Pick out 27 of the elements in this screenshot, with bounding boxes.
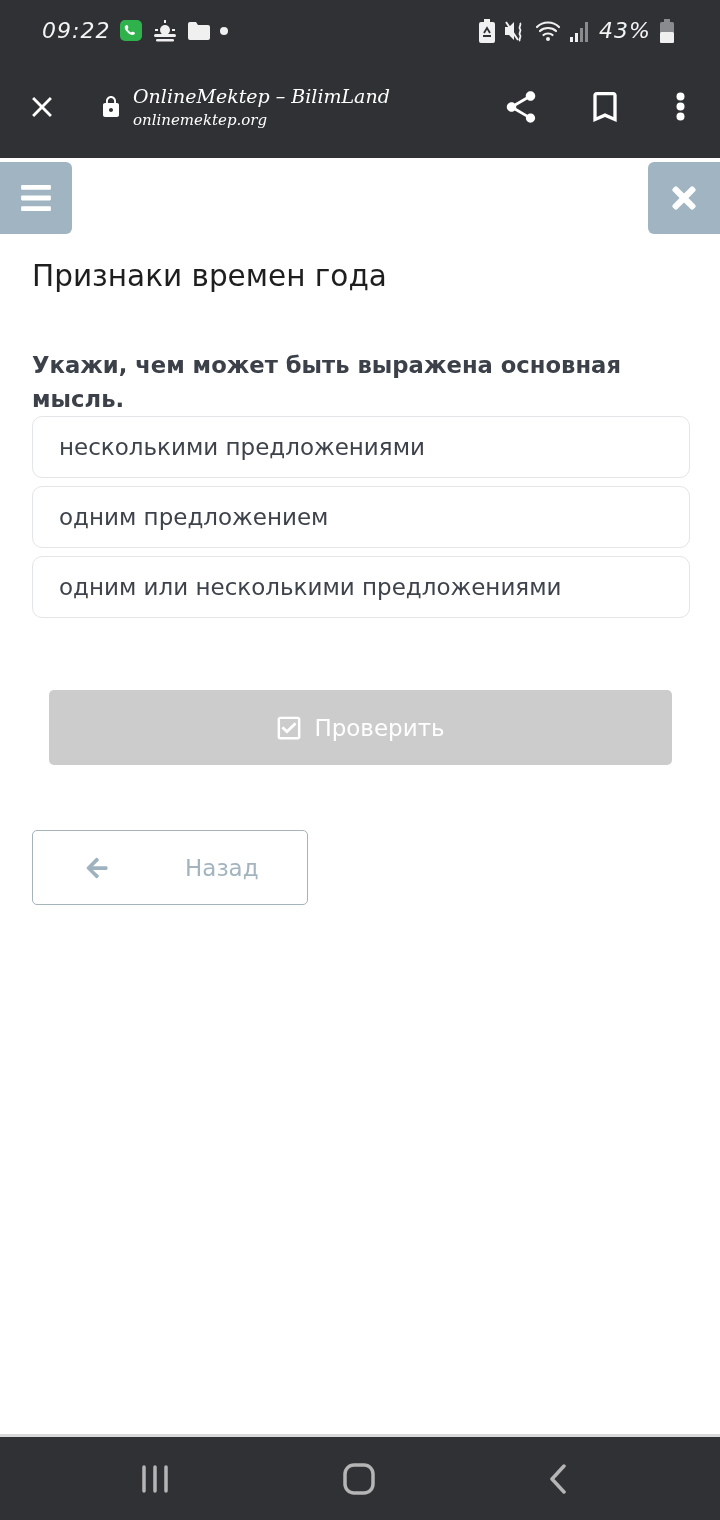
more-icon	[676, 92, 685, 121]
folder-icon	[187, 20, 212, 41]
back-nav-button[interactable]	[549, 1463, 567, 1494]
signal-icon	[570, 19, 591, 42]
chat-phone-icon	[119, 18, 144, 43]
battery-icon	[660, 18, 674, 43]
three-lines-icon	[141, 1463, 169, 1494]
answer-option[interactable]: несколькими предложениями	[32, 416, 690, 478]
battery-saver-icon	[479, 18, 496, 43]
more-button[interactable]	[676, 92, 685, 121]
lesson-title: Признаки времен года	[32, 258, 388, 295]
sunrise-icon	[152, 19, 179, 42]
answer-option[interactable]: одним предложением	[32, 486, 690, 548]
question-text: Укажи, чем может быть выражена основная мысль.	[32, 351, 622, 414]
page-url: onlinemektep.org	[133, 110, 269, 129]
checkbox-icon	[276, 714, 303, 741]
arrow-left-icon	[85, 855, 109, 880]
answer-option[interactable]: одним или несколькими предложениями	[32, 556, 690, 618]
home-button[interactable]	[343, 1462, 375, 1495]
page-title: OnlineMektep – BilimLand	[133, 84, 391, 107]
wifi-icon	[535, 19, 562, 42]
recent-apps-button[interactable]	[141, 1463, 169, 1494]
chevron-left-icon	[549, 1463, 567, 1494]
dot-icon	[220, 26, 229, 35]
battery-percent: 43%	[599, 18, 651, 43]
status-time: 09:22	[42, 18, 111, 43]
rounded-square-icon	[343, 1462, 375, 1495]
